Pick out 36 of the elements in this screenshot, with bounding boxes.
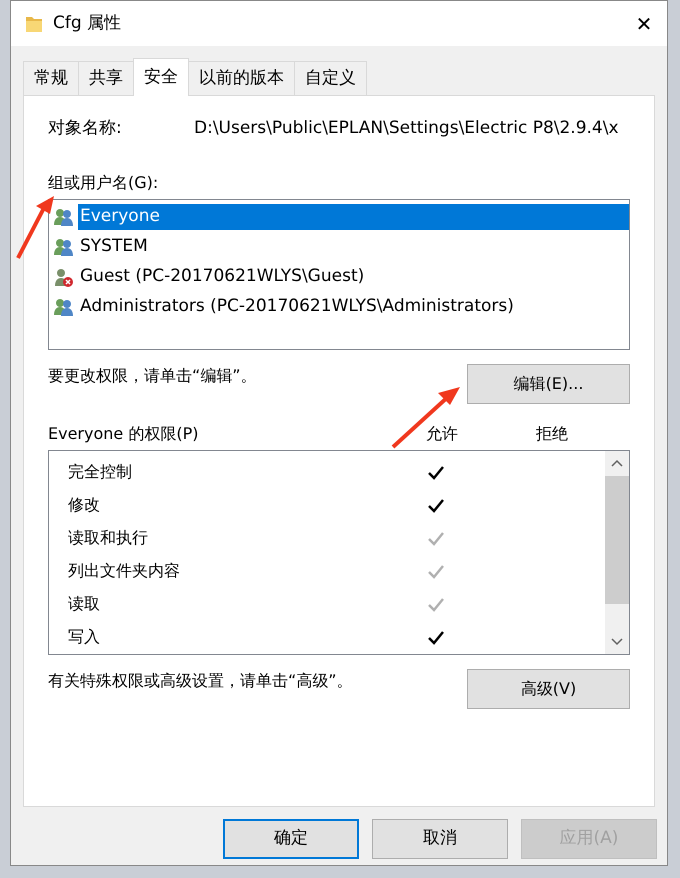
tab[interactable]: 安全 <box>133 58 189 96</box>
user-group-icon <box>53 207 74 227</box>
user-list-item[interactable]: Guest (PC-20170621WLYS\Guest) <box>78 264 629 290</box>
user-group-icon <box>53 237 74 257</box>
scroll-down-icon <box>610 637 624 646</box>
object-name-value: D:\Users\Public\EPLAN\Settings\Electric P8\2.9.4\x <box>194 116 619 140</box>
permission-name: 列出文件夹内容 <box>67 560 181 582</box>
user-list-item[interactable]: Everyone <box>78 204 629 230</box>
dialog-button[interactable]: 取消 <box>372 818 508 858</box>
close-button[interactable]: ✕ <box>621 1 667 46</box>
permission-name: 完全控制 <box>67 460 133 482</box>
annotation-arrow <box>390 385 462 449</box>
window-title: Cfg 属性 <box>53 12 122 35</box>
deny-column-header: 拒绝 <box>536 423 568 445</box>
object-name-label: 对象名称: <box>48 116 123 140</box>
scroll-up-icon <box>610 459 624 468</box>
user-list-item[interactable]: SYSTEM <box>78 234 629 260</box>
user-list-item[interactable]: Administrators (PC-20170621WLYS\Administrators) <box>78 294 629 320</box>
disabled-user-icon <box>53 267 74 287</box>
permission-name: 读取和执行 <box>67 526 149 548</box>
tab[interactable]: 自定义 <box>294 61 367 94</box>
user-group-icon <box>53 297 74 317</box>
permissions-label: Everyone 的权限(P) <box>48 423 200 445</box>
permission-name: 读取 <box>67 592 101 614</box>
advanced-button[interactable]: 高级(V) <box>467 669 630 709</box>
principals-label: 组或用户名(G): <box>48 172 160 194</box>
permission-name: 修改 <box>67 494 101 516</box>
scrollbar-thumb[interactable] <box>605 476 629 604</box>
advanced-hint: 有关特殊权限或高级设置，请单击“高级”。 <box>48 670 353 692</box>
tab[interactable]: 常规 <box>23 61 79 94</box>
annotation-arrow <box>16 196 56 260</box>
allow-column-header: 允许 <box>426 423 459 445</box>
edit-hint: 要更改权限，请单击“编辑”。 <box>48 365 257 387</box>
edit-button[interactable]: 编辑(E)... <box>467 364 630 404</box>
permission-name: 写入 <box>67 626 101 648</box>
dialog-button[interactable]: 确定 <box>223 818 359 858</box>
